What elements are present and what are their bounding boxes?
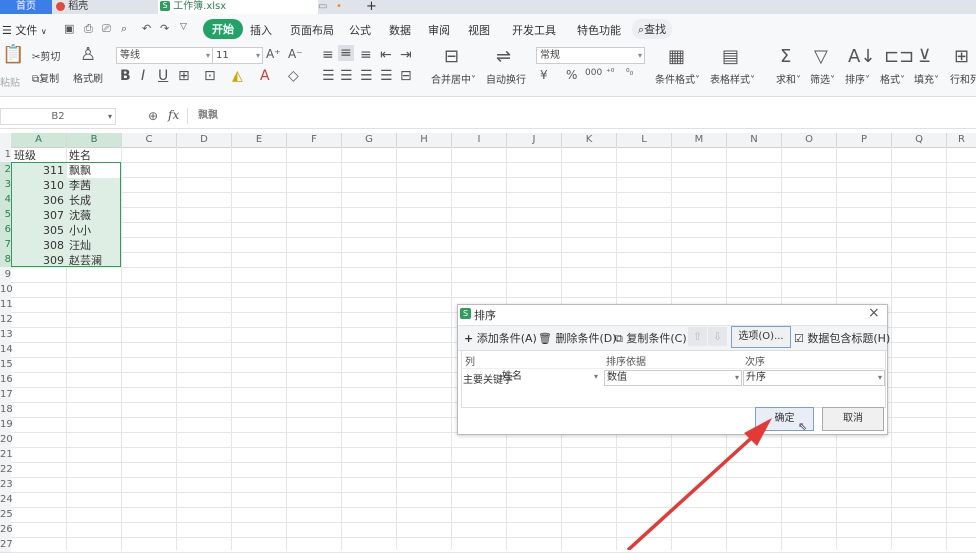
red-arrow-annotation [626, 418, 772, 550]
arrow-shaft [626, 430, 760, 550]
